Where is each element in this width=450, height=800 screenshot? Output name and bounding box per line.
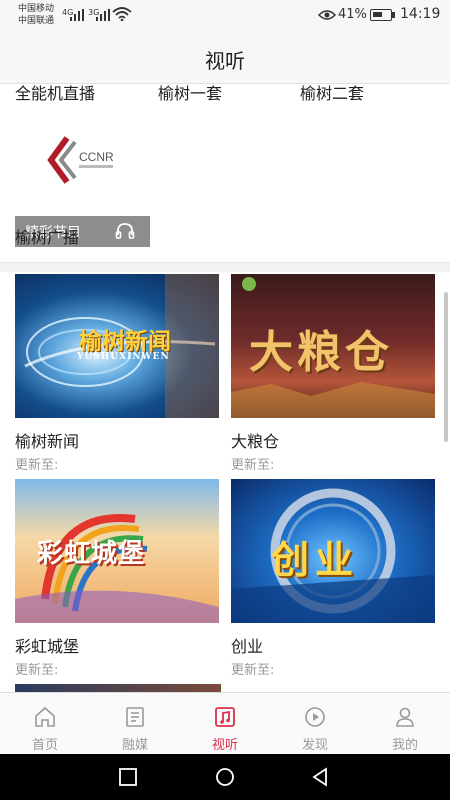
tab-mine-label: 我的	[391, 738, 418, 753]
play-circle-icon	[305, 707, 325, 727]
program-title: 榆树新闻	[15, 432, 80, 451]
carrier-info: 中国移动 中国联通	[18, 3, 54, 27]
clock: 14:19	[400, 6, 441, 22]
tab-home-label: 首页	[31, 738, 58, 753]
signal-icon-2	[96, 9, 110, 21]
section-divider	[0, 262, 450, 272]
document-icon	[126, 707, 144, 727]
tab-media-label: 融媒	[121, 738, 148, 753]
user-icon	[396, 707, 414, 727]
radio-station-name[interactable]: 榆树广播	[15, 224, 79, 248]
program-art-title: 大粮仓	[249, 327, 393, 378]
recents-icon[interactable]	[118, 767, 138, 787]
radio-thumbnail: CCNR	[15, 120, 150, 216]
status-bar: 中国移动 中国联通 4G 3G 41% 14:19	[0, 0, 450, 32]
channel-yushu-1[interactable]: 榆树一套	[158, 80, 222, 104]
program-card-rainbow-castle[interactable]: 彩虹城堡 彩虹城堡 更新至:	[15, 479, 219, 678]
carrier-2: 中国联通	[18, 16, 55, 26]
wifi-icon	[112, 7, 132, 21]
program-card-venture[interactable]: 创业 创业 更新至:	[231, 479, 435, 678]
scrollbar[interactable]	[444, 292, 448, 442]
signal-icon	[70, 9, 84, 21]
tab-discover[interactable]: 发现	[270, 693, 360, 755]
program-title: 大粮仓	[231, 432, 280, 451]
channel-live-all[interactable]: 全能机直播	[15, 80, 95, 104]
program-art-subtitle: YUSHUXINWEN	[77, 352, 170, 362]
bottom-tab-bar: 首页 融媒 视听 发现 我的	[0, 692, 450, 754]
system-nav-bar	[0, 754, 450, 800]
program-thumbnail: 榆树新闻 YUSHUXINWEN	[15, 274, 219, 418]
program-card-yushu-news[interactable]: 榆树新闻 YUSHUXINWEN 榆树新闻 更新至:	[15, 274, 219, 473]
program-card-big-granary[interactable]: 大粮仓 大粮仓 更新至:	[231, 274, 435, 473]
program-title: 创业	[231, 637, 264, 656]
tab-audio-video[interactable]: 视听	[180, 693, 270, 755]
program-updated: 更新至:	[231, 458, 275, 473]
media-icon	[215, 707, 235, 727]
tab-media[interactable]: 融媒	[90, 693, 180, 755]
radio-section: 全能机直播 榆树一套 榆树二套 CCNR 精彩节目 榆树广播	[0, 84, 450, 262]
program-updated: 更新至:	[15, 458, 59, 473]
tab-mine[interactable]: 我的	[360, 693, 450, 755]
program-grid: 榆树新闻 YUSHUXINWEN 榆树新闻 更新至: 大粮仓 大粮仓 更新至:	[0, 272, 450, 692]
battery-percent: 41%	[338, 7, 367, 22]
headphone-icon[interactable]	[115, 222, 135, 240]
program-thumbnail: 大粮仓	[231, 274, 435, 418]
program-thumbnail: 彩虹城堡	[15, 479, 219, 623]
program-art-title: 创业	[271, 537, 360, 582]
channel-yushu-2[interactable]: 榆树二套	[300, 80, 364, 104]
back-icon[interactable]	[310, 767, 330, 787]
program-card-partial[interactable]	[15, 684, 221, 692]
battery-tip	[392, 12, 395, 18]
svg-text:CCNR: CCNR	[79, 150, 114, 164]
page-title: 视听	[205, 49, 245, 73]
program-updated: 更新至:	[231, 663, 275, 678]
program-title: 彩虹城堡	[15, 637, 80, 656]
tab-home[interactable]: 首页	[0, 693, 90, 755]
program-thumbnail: 创业	[231, 479, 435, 623]
program-art-title: 榆树新闻	[79, 328, 171, 355]
app-header: 视听	[0, 32, 450, 84]
home-icon	[35, 706, 55, 727]
program-art-title: 彩虹城堡	[37, 539, 146, 569]
ccnr-logo: CCNR	[47, 136, 114, 184]
tab-discover-label: 发现	[301, 738, 328, 753]
battery-icon	[370, 9, 392, 21]
program-updated: 更新至:	[15, 663, 59, 678]
home-button-icon[interactable]	[215, 767, 235, 787]
eye-comfort-icon	[318, 10, 336, 20]
tab-audio-video-label: 视听	[211, 738, 238, 753]
carrier-1: 中国移动	[18, 4, 55, 14]
